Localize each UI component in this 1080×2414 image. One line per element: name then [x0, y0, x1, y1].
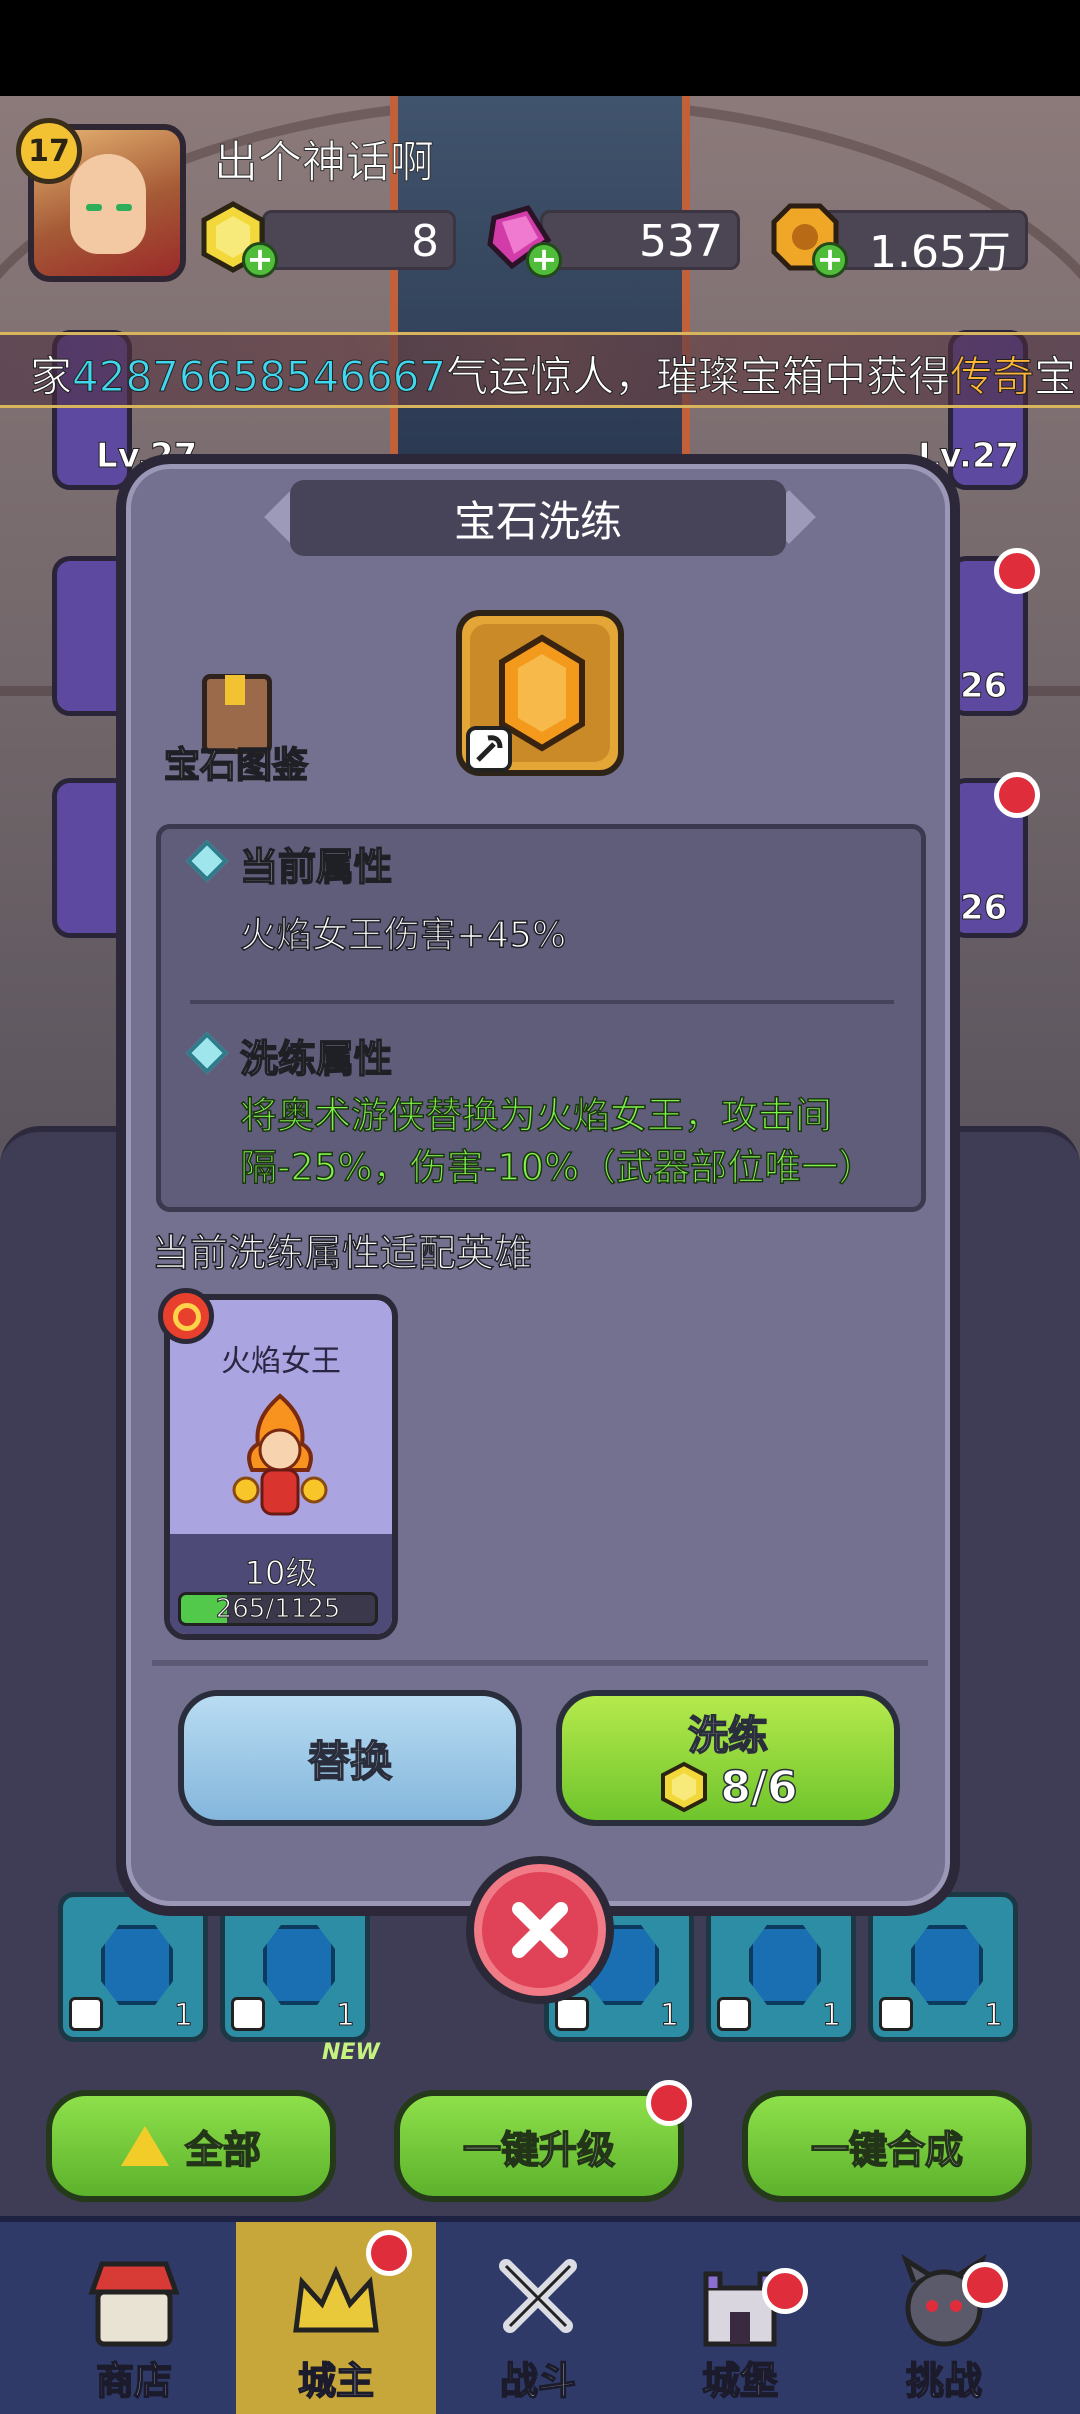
gold-gem-count: 8 [411, 216, 439, 267]
crystal-count: 537 [639, 216, 723, 267]
red-dot-notification [762, 2268, 808, 2314]
new-tag: NEW [322, 2040, 380, 2065]
tile-count: 1 [983, 1998, 1003, 2034]
ticker-middle: 气运惊人，璀璨宝箱中获得 [446, 352, 951, 402]
attr-divider [190, 1000, 894, 1004]
nav-challenge-label: 挑战 [905, 2358, 983, 2404]
nav-shop[interactable]: 商店 [34, 2222, 234, 2414]
armor-slot-icon [555, 1997, 589, 2031]
current-attr-title: 当前属性 [239, 844, 393, 890]
refine-button[interactable]: 洗练 8/6 [556, 1690, 900, 1826]
fire-queen-portrait [232, 1393, 328, 1516]
avatar-face [70, 154, 146, 254]
boot-slot-icon [717, 1997, 751, 2031]
ticker-suffix: 宝 [1034, 352, 1077, 402]
ticker-prefix: 家 [29, 352, 73, 402]
tile-count: 1 [659, 1998, 679, 2034]
player-name: 出个神话啊 [214, 137, 435, 189]
current-attr-text: 火焰女王伤害+45% [239, 914, 567, 957]
one-click-merge-button[interactable]: 一键合成 [742, 2090, 1032, 2202]
nav-castle-label: 城堡 [701, 2358, 779, 2404]
filter-all-label: 全部 [184, 2127, 262, 2173]
hero-level: 10级 [244, 1554, 318, 1593]
coin-bar: 1.65万 [820, 210, 1028, 278]
red-dot-notification [646, 2080, 692, 2126]
crystal-bar: 537 [540, 210, 740, 270]
close-dialog-button[interactable] [466, 1856, 614, 2004]
one-click-merge-label: 一键合成 [810, 2127, 964, 2173]
nav-battle[interactable]: 战斗 [438, 2222, 638, 2414]
shop-icon [88, 2261, 180, 2347]
one-click-upgrade-label: 一键升级 [462, 2127, 616, 2173]
crown-slot-icon [69, 1997, 103, 2031]
filter-all-button[interactable]: 全部 [46, 2090, 336, 2202]
avatar-eye [116, 204, 132, 211]
close-icon [512, 1902, 568, 1958]
gem-codex-label[interactable]: 宝石图鉴 [163, 736, 309, 788]
replace-button[interactable]: 替换 [178, 1690, 522, 1826]
broadcast-ticker: 家42876658546667气运惊人，璀璨宝箱中获得传奇宝 [0, 332, 1080, 408]
hero-name: 火焰女王 [221, 1344, 341, 1379]
crown-slot-icon [231, 1997, 265, 2031]
status-bar [0, 0, 1080, 96]
ticker-legendary: 传奇 [950, 352, 1035, 402]
nav-battle-label: 战斗 [499, 2358, 577, 2404]
add-coin-button[interactable]: + [812, 242, 848, 278]
equip-slot-value-1: 26 [959, 666, 1008, 707]
red-dot-notification [994, 548, 1040, 594]
tile-count: 1 [821, 1998, 841, 2034]
dialog-title: 宝石洗练 [290, 480, 786, 556]
replace-label: 替换 [307, 1736, 393, 1787]
dialog-divider [152, 1660, 928, 1666]
refine-cost-value: 8/6 [720, 1761, 799, 1814]
add-crystal-button[interactable]: + [526, 242, 562, 278]
hero-exp-bar: 265/1125 [178, 1592, 378, 1626]
tile-count: 1 [173, 1998, 193, 2034]
refine-cost: 8/6 [658, 1761, 799, 1814]
gold-gem-bar: 8 [262, 210, 456, 270]
refine-attr-title: 洗练属性 [239, 1036, 393, 1082]
nav-castle[interactable]: 城堡 [640, 2222, 840, 2414]
weapon-slot-icon [466, 726, 512, 772]
red-dot-notification [994, 772, 1040, 818]
one-click-upgrade-button[interactable]: 一键升级 [394, 2090, 684, 2202]
adapted-hero-label: 当前洗练属性适配英雄 [151, 1230, 533, 1276]
nav-shop-label: 商店 [95, 2358, 173, 2404]
refine-label: 洗练 [687, 1712, 769, 1760]
equip-slot-value-2: 26 [959, 888, 1008, 929]
nav-lord-label: 城主 [297, 2358, 375, 2404]
add-gold-gem-button[interactable]: + [242, 242, 278, 278]
coin-count: 1.65万 [869, 227, 1011, 278]
player-level-badge: 17 [16, 118, 82, 184]
refine-attr-text: 将奥术游侠替换为火焰女王，攻击间隔-25%，伤害-10%（武器部位唯一） [239, 1093, 876, 1190]
ticker-text: 家42876658546667气运惊人，璀璨宝箱中获得传奇宝 [29, 343, 1077, 404]
selected-gem-slot[interactable] [456, 610, 624, 776]
crossed-swords-icon [499, 2259, 577, 2333]
ticker-player-id: 42876658546667 [72, 352, 447, 402]
staff-slot-icon [879, 1997, 913, 2031]
avatar-eye [86, 204, 102, 211]
bottom-navigation: 商店 城主 战斗 城堡 挑战 [0, 2216, 1080, 2414]
red-dot-notification [962, 2262, 1008, 2308]
nav-challenge[interactable]: 挑战 [844, 2222, 1044, 2414]
red-dot-notification [366, 2230, 412, 2276]
gold-gem-icon [661, 1761, 708, 1813]
hero-exp-text: 265/1125 [215, 1594, 341, 1624]
tile-count: 1 [335, 1998, 355, 2034]
warning-triangle-icon [120, 2126, 169, 2166]
